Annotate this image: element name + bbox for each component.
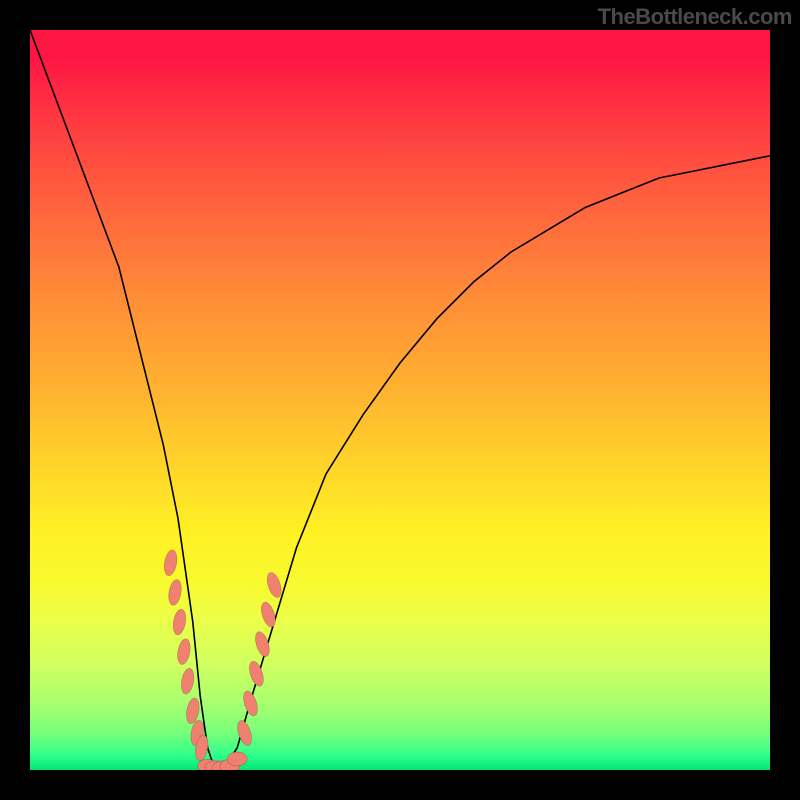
bead — [167, 579, 183, 607]
watermark-text: TheBottleneck.com — [598, 4, 792, 30]
plot-area — [30, 30, 770, 770]
bead — [241, 689, 260, 717]
bead — [253, 630, 272, 658]
bead — [227, 752, 247, 766]
beads-group — [162, 549, 283, 770]
bead — [179, 667, 195, 695]
bead — [176, 638, 192, 666]
bottleneck-curve — [30, 30, 770, 770]
bead — [259, 600, 278, 628]
bottleneck-curve-svg — [30, 30, 770, 770]
bead — [162, 549, 178, 577]
bead — [264, 571, 283, 599]
bead — [171, 608, 187, 636]
bead — [247, 660, 266, 688]
chart-container: TheBottleneck.com — [0, 0, 800, 800]
